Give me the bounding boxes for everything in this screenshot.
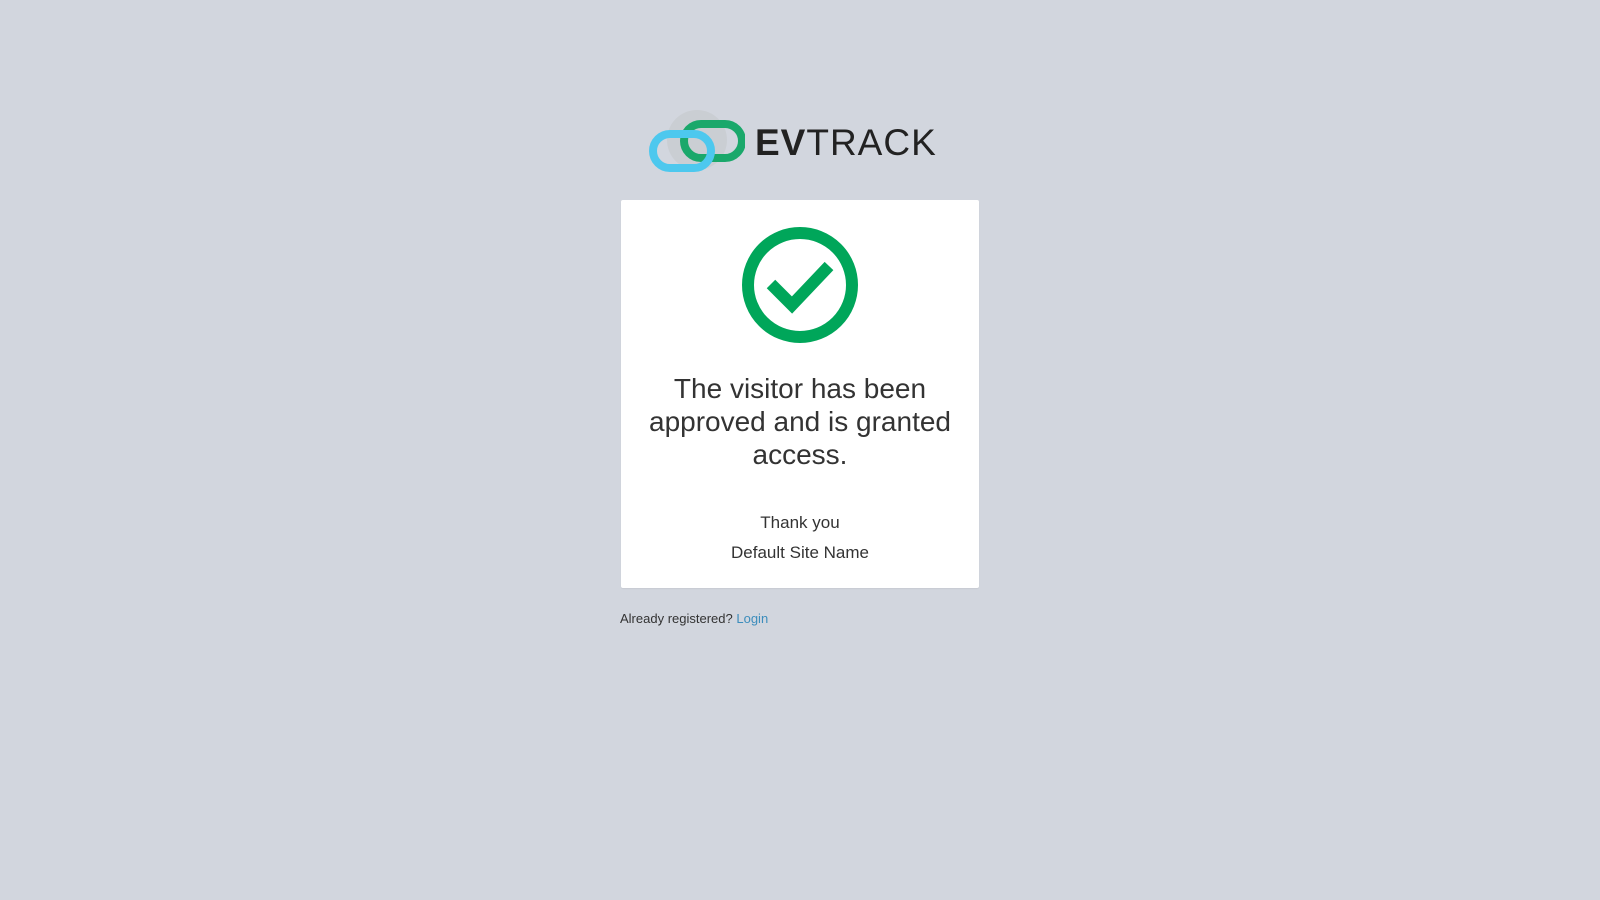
brand-logo: EVTRACK xyxy=(649,110,955,174)
brand-name-bold: EV xyxy=(755,121,807,163)
page: EVTRACK The visitor has been approved an… xyxy=(0,0,1600,900)
check-circle-icon xyxy=(741,226,859,344)
already-registered-text: Already registered? xyxy=(620,611,733,626)
brand-name-thin: TRACK xyxy=(806,121,937,163)
thanks-text: Thank you xyxy=(760,513,840,532)
brand-wordmark: EVTRACK xyxy=(755,124,937,161)
site-name-text: Default Site Name xyxy=(731,543,869,562)
status-headline: The visitor has been approved and is gra… xyxy=(649,373,951,470)
login-link[interactable]: Login xyxy=(736,611,768,626)
chain-link-logo-icon xyxy=(649,110,745,174)
login-prompt: Already registered? Login xyxy=(620,610,768,628)
confirmation-card: The visitor has been approved and is gra… xyxy=(621,200,979,588)
